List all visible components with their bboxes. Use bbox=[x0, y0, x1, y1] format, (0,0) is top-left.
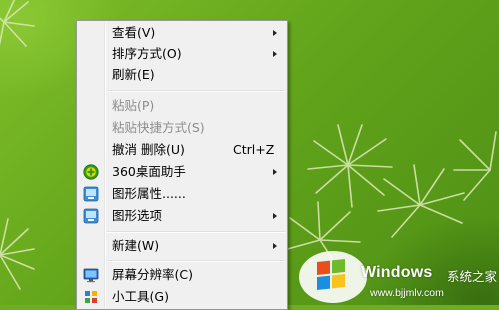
pine-cluster-left-top bbox=[0, 0, 35, 47]
menu-separator bbox=[107, 260, 285, 262]
gadgets-icon bbox=[85, 291, 97, 303]
watermark: Windows 系统之家 www.bjjmlv.com bbox=[295, 244, 499, 305]
watermark-url: www.bjjmlv.com bbox=[370, 287, 444, 299]
graphics-options-icon bbox=[83, 208, 99, 224]
pine-cluster-right-edge bbox=[453, 131, 497, 201]
menu-item-new[interactable]: 新建(W) bbox=[79, 236, 285, 256]
pine-cluster-right-middle bbox=[377, 164, 465, 238]
menu-item-screen-resolution[interactable]: 屏幕分辨率(C) bbox=[79, 265, 285, 285]
menu-separator bbox=[107, 90, 285, 92]
360-icon bbox=[83, 164, 99, 180]
pine-cluster-right-upper bbox=[307, 124, 393, 208]
menu-item-360-desktop-assistant[interactable]: 360桌面助手 bbox=[79, 162, 285, 182]
menu-item-undo-delete[interactable]: 撤消 删除(U) Ctrl+Z bbox=[79, 140, 285, 160]
menu-item-gadgets[interactable]: 小工具(G) bbox=[79, 287, 285, 307]
graphics-properties-icon bbox=[83, 186, 99, 202]
menu-separator bbox=[107, 231, 285, 233]
shortcut-text: Ctrl+Z bbox=[233, 142, 275, 157]
menu-item-view[interactable]: 查看(V) bbox=[79, 23, 285, 43]
submenu-arrow-icon bbox=[273, 169, 277, 175]
menu-item-sort-by[interactable]: 排序方式(O) bbox=[79, 44, 285, 64]
submenu-arrow-icon bbox=[273, 51, 277, 57]
watermark-brand: Windows bbox=[361, 264, 433, 281]
menu-item-paste[interactable]: 粘贴(P) bbox=[79, 96, 285, 116]
pine-cluster-left-bottom bbox=[0, 218, 35, 290]
desktop-context-menu: 查看(V) 排序方式(O) 刷新(E) 粘贴(P) 粘贴快捷方式(S) 撤消 删… bbox=[76, 20, 288, 310]
menu-item-graphics-options[interactable]: 图形选项 bbox=[79, 206, 285, 226]
menu-item-refresh[interactable]: 刷新(E) bbox=[79, 65, 285, 85]
watermark-subtitle: 系统之家 bbox=[447, 269, 498, 284]
submenu-arrow-icon bbox=[273, 243, 277, 249]
menu-item-paste-shortcut[interactable]: 粘贴快捷方式(S) bbox=[79, 118, 285, 138]
submenu-arrow-icon bbox=[273, 213, 277, 219]
submenu-arrow-icon bbox=[273, 30, 277, 36]
menu-item-graphics-properties[interactable]: 图形属性...... bbox=[79, 184, 285, 204]
screen-resolution-icon bbox=[83, 268, 99, 283]
